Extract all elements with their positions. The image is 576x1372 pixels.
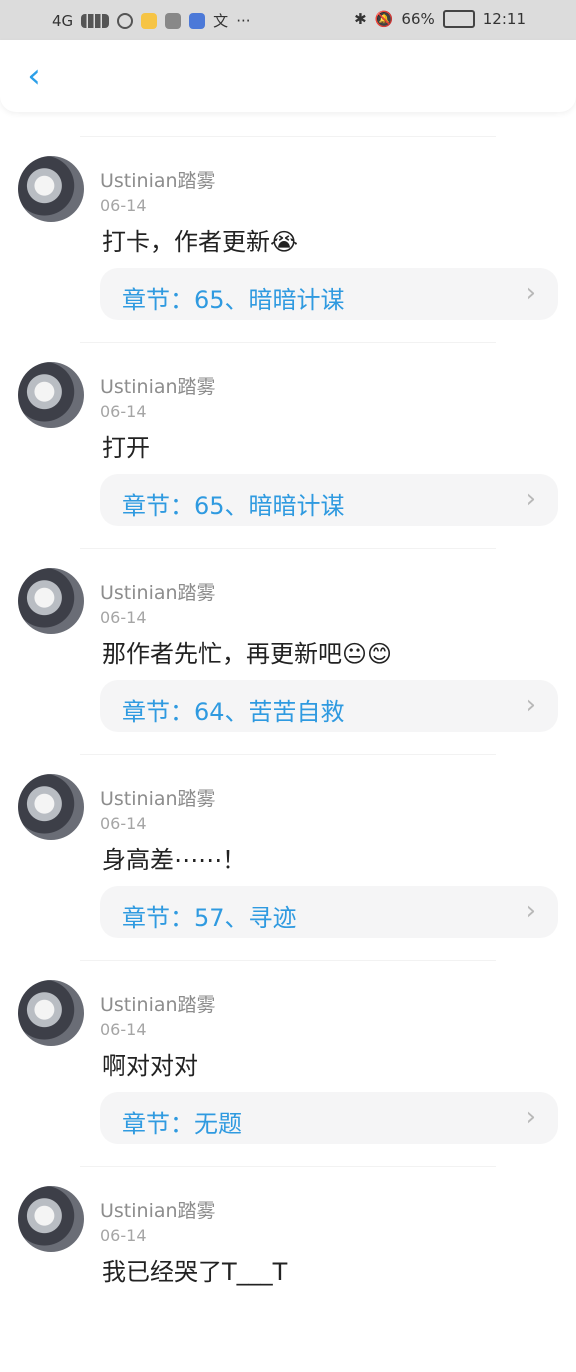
user-name[interactable]: Ustinian踏雾 bbox=[100, 372, 216, 399]
comment-item: Ustinian踏雾 06-14 我已经哭了T___T bbox=[0, 1166, 576, 1372]
signal-icon bbox=[81, 13, 110, 28]
chapter-label: 章节：65、暗暗计谋 bbox=[122, 286, 345, 314]
avatar[interactable] bbox=[18, 156, 84, 222]
chapter-link[interactable]: 章节：65、暗暗计谋 › bbox=[100, 474, 558, 526]
comment-item: Ustinian踏雾 06-14 啊对对对 章节：无题 › bbox=[0, 960, 576, 1166]
avatar[interactable] bbox=[18, 362, 84, 428]
comment-item: Ustinian踏雾 06-14 身高差⋯⋯！ 章节：57、寻迹 › bbox=[0, 754, 576, 960]
user-name[interactable]: Ustinian踏雾 bbox=[100, 1196, 216, 1223]
comment-date: 06-14 bbox=[100, 1226, 147, 1245]
avatar[interactable] bbox=[18, 568, 84, 634]
chapter-link[interactable]: 章节：65、暗暗计谋 › bbox=[100, 268, 558, 320]
comment-text: 身高差⋯⋯！ bbox=[102, 846, 246, 874]
user-name[interactable]: Ustinian踏雾 bbox=[100, 990, 216, 1017]
app-icon bbox=[189, 12, 206, 29]
comment-date: 06-14 bbox=[100, 402, 147, 421]
battery-icon bbox=[442, 10, 475, 28]
comment-date: 06-14 bbox=[100, 1020, 147, 1039]
comment-date: 06-14 bbox=[100, 814, 147, 833]
chevron-left-icon: ‹ bbox=[27, 56, 41, 96]
chapter-label: 章节：64、苦苦自救 bbox=[122, 698, 345, 726]
status-right: ✱ 🔕 66% 12:11 bbox=[354, 10, 526, 28]
avatar[interactable] bbox=[18, 774, 84, 840]
bell-off-icon: 🔕 bbox=[374, 10, 394, 28]
user-name[interactable]: Ustinian踏雾 bbox=[100, 578, 216, 605]
comment-date: 06-14 bbox=[100, 196, 147, 215]
chapter-label: 章节：无题 bbox=[122, 1110, 242, 1138]
comment-text: 我已经哭了T___T bbox=[102, 1258, 288, 1286]
user-name[interactable]: Ustinian踏雾 bbox=[100, 784, 216, 811]
battery-level: 66% bbox=[401, 10, 435, 28]
chapter-link[interactable]: 章节：无题 › bbox=[100, 1092, 558, 1144]
comment-text: 那作者先忙，再更新吧😐😊 bbox=[102, 640, 393, 668]
comment-item: Ustinian踏雾 06-14 打卡，作者更新😭 章节：65、暗暗计谋 › bbox=[0, 136, 576, 342]
comment-text: 打卡，作者更新😭 bbox=[102, 228, 299, 256]
comment-text: 啊对对对 bbox=[102, 1052, 198, 1080]
text-icon: 文 bbox=[213, 12, 229, 30]
time-label: 12:11 bbox=[482, 10, 526, 28]
chapter-link[interactable]: 章节：57、寻迹 › bbox=[100, 886, 558, 938]
user-name[interactable]: Ustinian踏雾 bbox=[100, 166, 216, 193]
comment-list: Ustinian踏雾 06-14 打卡，作者更新😭 章节：65、暗暗计谋 › U… bbox=[0, 136, 576, 1372]
chapter-label: 章节：57、寻迹 bbox=[122, 904, 297, 932]
more-icon: ··· bbox=[236, 11, 251, 30]
comment-item: Ustinian踏雾 06-14 那作者先忙，再更新吧😐😊 章节：64、苦苦自救… bbox=[0, 548, 576, 754]
status-left: 4G 文 ··· bbox=[52, 10, 251, 31]
status-bar: 4G 文 ··· ✱ 🔕 66% 12:11 bbox=[0, 0, 576, 40]
chevron-right-icon: › bbox=[525, 690, 536, 720]
circle-icon bbox=[117, 12, 134, 29]
network-label: 4G bbox=[52, 11, 74, 30]
app-icon bbox=[165, 12, 182, 29]
chevron-right-icon: › bbox=[525, 278, 536, 308]
comment-text: 打开 bbox=[102, 434, 150, 462]
chevron-right-icon: › bbox=[525, 1102, 536, 1132]
chapter-link[interactable]: 章节：64、苦苦自救 › bbox=[100, 680, 558, 732]
back-button[interactable]: ‹ bbox=[16, 56, 52, 96]
chevron-right-icon: › bbox=[525, 896, 536, 926]
app-icon bbox=[141, 12, 158, 29]
chapter-label: 章节：65、暗暗计谋 bbox=[122, 492, 345, 520]
chevron-right-icon: › bbox=[525, 484, 536, 514]
avatar[interactable] bbox=[18, 980, 84, 1046]
avatar[interactable] bbox=[18, 1186, 84, 1252]
top-bar: ‹ bbox=[0, 40, 576, 112]
bluetooth-icon: ✱ bbox=[354, 10, 367, 28]
comment-date: 06-14 bbox=[100, 608, 147, 627]
comment-item: Ustinian踏雾 06-14 打开 章节：65、暗暗计谋 › bbox=[0, 342, 576, 548]
